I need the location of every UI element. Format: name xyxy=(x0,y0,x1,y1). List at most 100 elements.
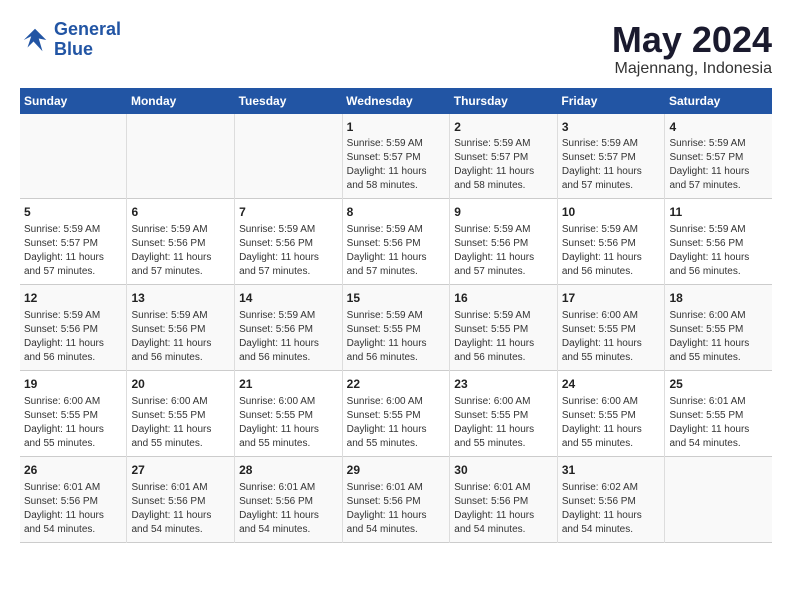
day-number: 16 xyxy=(454,290,553,307)
calendar-cell: 12Sunrise: 5:59 AM Sunset: 5:56 PM Dayli… xyxy=(20,285,127,371)
calendar-cell: 6 Sunrise: 5:59 AM Sunset: 5:56 PM Daylig… xyxy=(127,199,235,285)
calendar-cell xyxy=(127,114,235,199)
day-number: 17 xyxy=(562,290,661,307)
weekday-header-thursday: Thursday xyxy=(450,88,558,114)
day-number: 25 xyxy=(669,376,768,393)
day-number: 26 xyxy=(24,462,122,479)
page-header: General Blue May 2024 Majennang, Indones… xyxy=(20,20,772,78)
calendar-cell: 18 Sunrise: 6:00 AM Sunset: 5:55 PM Dayli… xyxy=(665,285,772,371)
calendar-header-row: SundayMondayTuesdayWednesdayThursdayFrid… xyxy=(20,88,772,114)
calendar-week-row: 1Sunrise: 5:59 AM Sunset: 5:57 PM Daylig… xyxy=(20,114,772,199)
weekday-header-tuesday: Tuesday xyxy=(235,88,343,114)
calendar-cell: 10 Sunrise: 5:59 AM Sunset: 5:56 PM Dayli… xyxy=(557,199,665,285)
day-number: 13 xyxy=(131,290,230,307)
day-number: 27 xyxy=(131,462,230,479)
calendar-cell: 7 Sunrise: 5:59 AM Sunset: 5:56 PM Daylig… xyxy=(235,199,343,285)
day-info: Sunrise: 6:01 AM Sunset: 5:56 PM Dayligh… xyxy=(131,481,230,537)
logo: General Blue xyxy=(20,20,121,60)
calendar-cell: 2Sunrise: 5:59 AM Sunset: 5:57 PM Daylig… xyxy=(450,114,558,199)
calendar-week-row: 19 Sunrise: 6:00 AM Sunset: 5:55 PM Dayli… xyxy=(20,370,772,456)
calendar-cell: 23 Sunrise: 6:00 AM Sunset: 5:55 PM Dayli… xyxy=(450,370,558,456)
weekday-header-monday: Monday xyxy=(127,88,235,114)
logo-icon xyxy=(20,25,50,55)
calendar-cell: 21 Sunrise: 6:00 AM Sunset: 5:55 PM Dayli… xyxy=(235,370,343,456)
weekday-header-sunday: Sunday xyxy=(20,88,127,114)
day-info: Sunrise: 6:01 AM Sunset: 5:55 PM Dayligh… xyxy=(669,395,768,451)
day-number: 10 xyxy=(562,204,661,221)
calendar-cell: 14 Sunrise: 5:59 AM Sunset: 5:56 PM Dayli… xyxy=(235,285,343,371)
day-info: Sunrise: 6:00 AM Sunset: 5:55 PM Dayligh… xyxy=(562,395,661,451)
calendar-cell xyxy=(235,114,343,199)
calendar-cell: 4Sunrise: 5:59 AM Sunset: 5:57 PM Daylig… xyxy=(665,114,772,199)
day-number: 23 xyxy=(454,376,553,393)
calendar-cell: 9 Sunrise: 5:59 AM Sunset: 5:56 PM Daylig… xyxy=(450,199,558,285)
day-number: 30 xyxy=(454,462,553,479)
day-number: 12 xyxy=(24,290,122,307)
title-block: May 2024 Majennang, Indonesia xyxy=(612,20,772,78)
weekday-header-saturday: Saturday xyxy=(665,88,772,114)
day-number: 1 xyxy=(347,119,446,136)
calendar-week-row: 5 Sunrise: 5:59 AM Sunset: 5:57 PM Daylig… xyxy=(20,199,772,285)
calendar-cell: 1Sunrise: 5:59 AM Sunset: 5:57 PM Daylig… xyxy=(342,114,450,199)
calendar-week-row: 26 Sunrise: 6:01 AM Sunset: 5:56 PM Dayli… xyxy=(20,456,772,542)
day-info: Sunrise: 6:00 AM Sunset: 5:55 PM Dayligh… xyxy=(562,309,661,365)
day-info: Sunrise: 5:59 AM Sunset: 5:56 PM Dayligh… xyxy=(562,223,661,279)
day-info: Sunrise: 6:00 AM Sunset: 5:55 PM Dayligh… xyxy=(131,395,230,451)
day-number: 2 xyxy=(454,119,553,136)
day-info: Sunrise: 5:59 AM Sunset: 5:57 PM Dayligh… xyxy=(24,223,122,279)
day-number: 6 xyxy=(131,204,230,221)
day-info: Sunrise: 6:01 AM Sunset: 5:56 PM Dayligh… xyxy=(24,481,122,537)
day-info: Sunrise: 6:00 AM Sunset: 5:55 PM Dayligh… xyxy=(669,309,768,365)
day-info: Sunrise: 5:59 AM Sunset: 5:56 PM Dayligh… xyxy=(131,223,230,279)
day-number: 4 xyxy=(669,119,768,136)
day-info: Sunrise: 5:59 AM Sunset: 5:56 PM Dayligh… xyxy=(239,223,338,279)
day-number: 8 xyxy=(347,204,446,221)
calendar-cell: 26 Sunrise: 6:01 AM Sunset: 5:56 PM Dayli… xyxy=(20,456,127,542)
day-info: Sunrise: 6:01 AM Sunset: 5:56 PM Dayligh… xyxy=(454,481,553,537)
calendar-cell: 29 Sunrise: 6:01 AM Sunset: 5:56 PM Dayli… xyxy=(342,456,450,542)
calendar-cell: 25 Sunrise: 6:01 AM Sunset: 5:55 PM Dayli… xyxy=(665,370,772,456)
day-info: Sunrise: 6:02 AM Sunset: 5:56 PM Dayligh… xyxy=(562,481,661,537)
day-number: 3 xyxy=(562,119,661,136)
weekday-header-wednesday: Wednesday xyxy=(342,88,450,114)
day-info: Sunrise: 5:59 AM Sunset: 5:56 PM Dayligh… xyxy=(454,223,553,279)
day-info: Sunrise: 6:01 AM Sunset: 5:56 PM Dayligh… xyxy=(239,481,338,537)
day-number: 19 xyxy=(24,376,122,393)
calendar-cell: 16 Sunrise: 5:59 AM Sunset: 5:55 PM Dayli… xyxy=(450,285,558,371)
calendar-cell: 15Sunrise: 5:59 AM Sunset: 5:55 PM Dayli… xyxy=(342,285,450,371)
day-number: 14 xyxy=(239,290,338,307)
weekday-header-friday: Friday xyxy=(557,88,665,114)
day-number: 24 xyxy=(562,376,661,393)
calendar-cell: 27 Sunrise: 6:01 AM Sunset: 5:56 PM Dayli… xyxy=(127,456,235,542)
day-info: Sunrise: 5:59 AM Sunset: 5:55 PM Dayligh… xyxy=(347,309,446,365)
calendar-cell xyxy=(665,456,772,542)
day-info: Sunrise: 6:01 AM Sunset: 5:56 PM Dayligh… xyxy=(347,481,446,537)
day-info: Sunrise: 6:00 AM Sunset: 5:55 PM Dayligh… xyxy=(347,395,446,451)
day-number: 18 xyxy=(669,290,768,307)
month-title: May 2024 xyxy=(612,20,772,60)
calendar-cell: 8Sunrise: 5:59 AM Sunset: 5:56 PM Daylig… xyxy=(342,199,450,285)
day-number: 20 xyxy=(131,376,230,393)
day-info: Sunrise: 5:59 AM Sunset: 5:56 PM Dayligh… xyxy=(239,309,338,365)
day-info: Sunrise: 5:59 AM Sunset: 5:55 PM Dayligh… xyxy=(454,309,553,365)
calendar-cell: 17 Sunrise: 6:00 AM Sunset: 5:55 PM Dayli… xyxy=(557,285,665,371)
calendar-cell: 20 Sunrise: 6:00 AM Sunset: 5:55 PM Dayli… xyxy=(127,370,235,456)
location: Majennang, Indonesia xyxy=(612,60,772,78)
day-number: 28 xyxy=(239,462,338,479)
calendar-week-row: 12 Sunrise: 5:59 AM Sunset: 5:56 PM Dayli… xyxy=(20,285,772,371)
calendar-cell: 28 Sunrise: 6:01 AM Sunset: 5:56 PM Dayli… xyxy=(235,456,343,542)
day-number: 7 xyxy=(239,204,338,221)
day-number: 29 xyxy=(347,462,446,479)
calendar-cell: 13Sunrise: 5:59 AM Sunset: 5:56 PM Dayli… xyxy=(127,285,235,371)
day-info: Sunrise: 5:59 AM Sunset: 5:57 PM Dayligh… xyxy=(562,137,661,193)
day-info: Sunrise: 5:59 AM Sunset: 5:57 PM Dayligh… xyxy=(347,137,446,193)
day-info: Sunrise: 5:59 AM Sunset: 5:56 PM Dayligh… xyxy=(669,223,768,279)
day-info: Sunrise: 5:59 AM Sunset: 5:57 PM Dayligh… xyxy=(454,137,553,193)
logo-text: General Blue xyxy=(54,20,121,60)
day-info: Sunrise: 6:00 AM Sunset: 5:55 PM Dayligh… xyxy=(454,395,553,451)
day-number: 21 xyxy=(239,376,338,393)
day-number: 5 xyxy=(24,204,122,221)
day-number: 9 xyxy=(454,204,553,221)
day-number: 31 xyxy=(562,462,661,479)
day-info: Sunrise: 6:00 AM Sunset: 5:55 PM Dayligh… xyxy=(239,395,338,451)
